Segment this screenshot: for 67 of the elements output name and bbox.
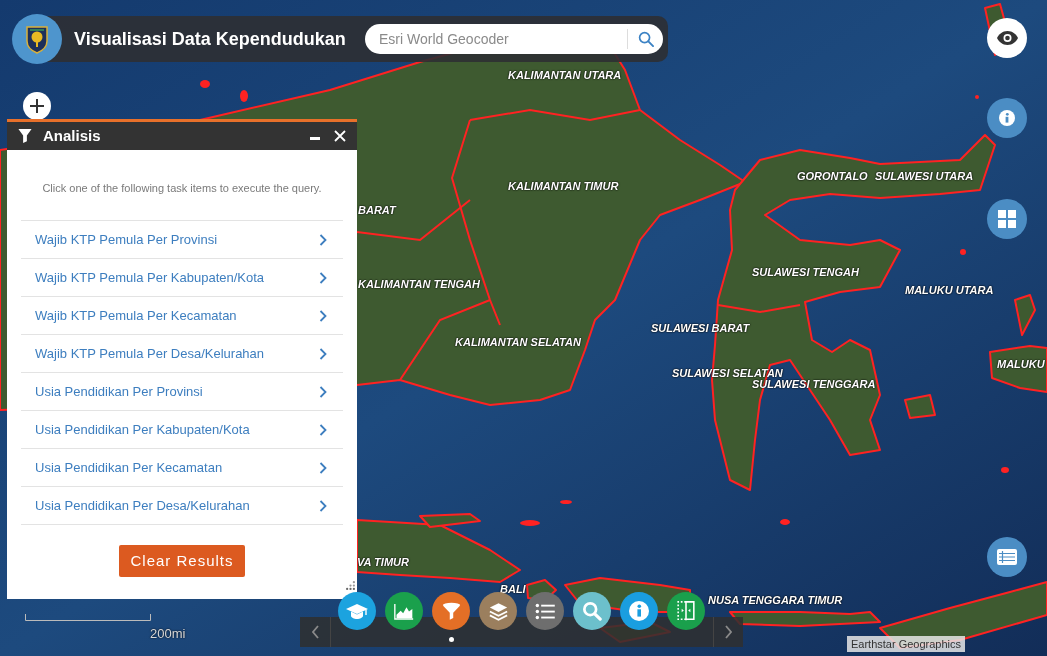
search-icon (582, 601, 602, 621)
islet (780, 519, 790, 525)
close-icon[interactable] (334, 130, 346, 142)
panel-title: Analisis (43, 125, 101, 146)
map-label: NUSA TENGGARA TIMUR (708, 594, 843, 607)
funnel-icon (441, 601, 461, 621)
island (904, 394, 936, 419)
map-label: KALIMANTAN UTARA (508, 69, 622, 82)
app-title: Visualisasi Data Kependudukan (74, 27, 346, 51)
panel-description: Click one of the following task items to execute the query. (41, 181, 323, 196)
islet (520, 520, 540, 526)
map-label: BARAT (358, 204, 396, 217)
islet (240, 90, 248, 102)
chevron-right-icon (319, 423, 327, 436)
search-field[interactable]: Esri World Geocoder (365, 24, 663, 54)
chevron-right-icon (319, 347, 327, 360)
islet (975, 95, 979, 99)
island (989, 345, 1047, 393)
map-label: KALIMANTAN TIMUR (508, 180, 619, 193)
island (1014, 294, 1036, 336)
grid-icon (998, 210, 1016, 228)
islet (960, 249, 966, 255)
map-label: SULAWESI UTARA (875, 170, 974, 183)
task-item[interactable]: Wajib KTP Pemula Per Provinsi (21, 221, 343, 259)
eye-icon (996, 31, 1018, 45)
task-item[interactable]: Usia Pendidikan Per Kabupaten/Kota (21, 411, 343, 449)
chevron-right-icon (319, 385, 327, 398)
map-label: VA TIMUR (357, 556, 409, 569)
attribution-text: Earthstar Geographics (847, 636, 966, 652)
graduation-cap-icon (346, 602, 368, 620)
task-item[interactable]: Usia Pendidikan Per Kecamatan (21, 449, 343, 487)
map-label: BALI (500, 583, 526, 596)
search-input[interactable]: Esri World Geocoder (379, 28, 627, 50)
info-icon (629, 601, 649, 621)
task-item[interactable]: Wajib KTP Pemula Per Desa/Kelurahan (21, 335, 343, 373)
clear-results-button[interactable]: Clear Results (119, 545, 245, 577)
task-item[interactable]: Wajib KTP Pemula Per Kecamatan (21, 297, 343, 335)
chevron-right-icon (319, 233, 327, 246)
chevron-right-icon (319, 309, 327, 322)
task-item[interactable]: Usia Pendidikan Per Provinsi (21, 373, 343, 411)
chevron-right-icon (319, 461, 327, 474)
map-label: GORONTALO (797, 170, 868, 183)
plus-icon (30, 99, 44, 113)
minimize-icon[interactable] (310, 136, 320, 140)
task-item[interactable]: Wajib KTP Pemula Per Kabupaten/Kota (21, 259, 343, 297)
islet (200, 80, 210, 88)
info-icon (999, 110, 1015, 126)
map-label: KALIMANTAN SELATAN (455, 336, 581, 349)
map-label: MALUKU (997, 358, 1045, 371)
map-label: MALUKU UTARA (905, 284, 994, 297)
chevron-right-icon (319, 499, 327, 512)
resize-handle-icon[interactable] (346, 581, 355, 590)
list-icon (535, 602, 555, 620)
chevron-right-icon (319, 271, 327, 284)
funnel-icon (17, 128, 33, 144)
area-chart-icon (394, 602, 414, 620)
map-label: KALIMANTAN TENGAH (358, 278, 480, 291)
emblem-icon (12, 14, 62, 64)
search-icon[interactable] (638, 31, 654, 47)
scale-label: 200mi (150, 625, 186, 643)
split-panel-icon (677, 601, 695, 621)
task-item[interactable]: Usia Pendidikan Per Desa/Kelurahan (21, 487, 343, 525)
table-icon (997, 549, 1017, 565)
islet (560, 500, 572, 504)
map-label: SULAWESI TENGAH (752, 266, 859, 279)
layers-icon (488, 601, 508, 621)
islet (1001, 467, 1009, 473)
